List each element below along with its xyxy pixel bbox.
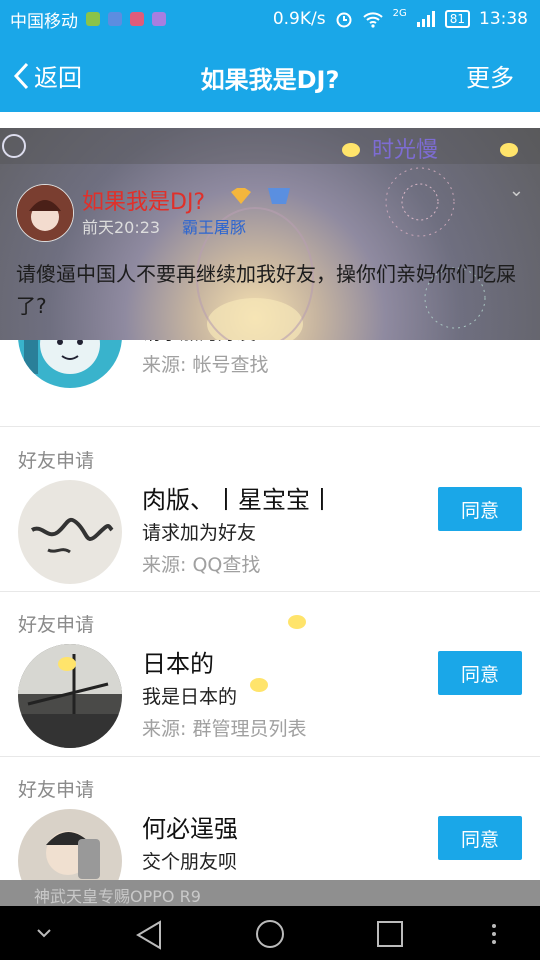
battery-indicator: 81 bbox=[444, 10, 470, 28]
list-item[interactable]: 日本的 我是日本的 来源: 群管理员列表 同意 bbox=[0, 640, 540, 757]
home-nav-icon[interactable] bbox=[256, 920, 284, 948]
section-header: 好友申请 bbox=[0, 438, 540, 476]
request-message: 请求加为好友 bbox=[142, 522, 257, 544]
lantern-icon bbox=[342, 143, 360, 157]
sender-group-tag[interactable]: 霸王屠豚 bbox=[182, 214, 246, 238]
agree-button[interactable]: 同意 bbox=[438, 487, 522, 531]
section-header: 好友申请 bbox=[0, 767, 540, 805]
system-nav-bar bbox=[0, 906, 540, 960]
menu-dots-icon[interactable] bbox=[492, 924, 496, 944]
carrier-label: 中国移动 bbox=[10, 11, 78, 32]
app-notification-icon bbox=[108, 12, 122, 26]
status-bar: 中国移动 0.9K/s 2G 81 13:38 bbox=[0, 0, 540, 38]
request-source: 来源: 帐号查找 bbox=[142, 354, 269, 376]
agree-button[interactable]: 同意 bbox=[438, 816, 522, 860]
network-speed: 0.9K/s bbox=[272, 9, 326, 29]
network-type: 2G bbox=[392, 7, 407, 19]
top-nav-bar: 返回 如果我是DJ? 更多 bbox=[0, 38, 540, 112]
sender-time: 前天20:23 bbox=[82, 218, 161, 237]
sender-name: 如果我是DJ? bbox=[82, 190, 206, 215]
request-name: 肉版、丨星宝宝丨 bbox=[142, 486, 334, 514]
more-button[interactable]: 更多 bbox=[466, 58, 514, 93]
lantern-icon bbox=[58, 657, 76, 671]
popup-message: 请傻逼中国人不要再继续加我好友，操你们亲妈你们吃屎了? bbox=[16, 262, 516, 318]
bottom-banner-text: 神武天皇专赐OPPO R9 bbox=[34, 887, 201, 906]
diamond-badge-icon bbox=[231, 188, 251, 204]
chevron-down-icon[interactable]: ⌄ bbox=[509, 180, 524, 201]
list-item[interactable]: 何必逞强 交个朋友呗 同意 bbox=[0, 805, 540, 880]
request-name: 日本的 bbox=[142, 650, 214, 678]
chevron-down-icon[interactable] bbox=[37, 929, 51, 938]
page-title: 如果我是DJ? bbox=[200, 66, 340, 94]
section-header: 好友申请 bbox=[0, 602, 540, 640]
request-message: 交个朋友呗 bbox=[142, 851, 238, 873]
lantern-icon bbox=[500, 143, 518, 157]
bottom-banner: 神武天皇专赐OPPO R9 bbox=[0, 880, 540, 906]
message-popup[interactable]: 时光慢 如果我是DJ? ⌄ 前天20:23 霸王屠豚 请傻逼中国人不要再继续加我… bbox=[0, 128, 540, 340]
app-notification-icon bbox=[86, 12, 100, 26]
request-source: 来源: QQ查找 bbox=[142, 554, 261, 576]
request-source: 来源: 群管理员列表 bbox=[142, 718, 307, 740]
app-notification-icon bbox=[130, 12, 144, 26]
app-notification-icon bbox=[152, 12, 166, 26]
level-badge-icon bbox=[268, 188, 290, 204]
back-nav-icon[interactable] bbox=[136, 920, 161, 950]
lantern-icon bbox=[288, 615, 306, 629]
request-message: 我是日本的 bbox=[142, 686, 238, 708]
recents-nav-icon[interactable] bbox=[377, 921, 403, 947]
agree-button[interactable]: 同意 bbox=[438, 651, 522, 695]
avatar bbox=[18, 809, 122, 880]
signal-icon bbox=[416, 11, 435, 27]
lantern-icon bbox=[250, 678, 268, 692]
alarm-icon bbox=[336, 12, 352, 28]
avatar bbox=[18, 480, 122, 584]
request-name: 何必逞强 bbox=[142, 815, 238, 843]
list-item[interactable]: 肉版、丨星宝宝丨 请求加为好友 来源: QQ查找 同意 bbox=[0, 476, 540, 592]
avatar[interactable] bbox=[16, 184, 74, 242]
clock: 13:38 bbox=[479, 9, 528, 29]
wifi-icon bbox=[362, 12, 383, 28]
